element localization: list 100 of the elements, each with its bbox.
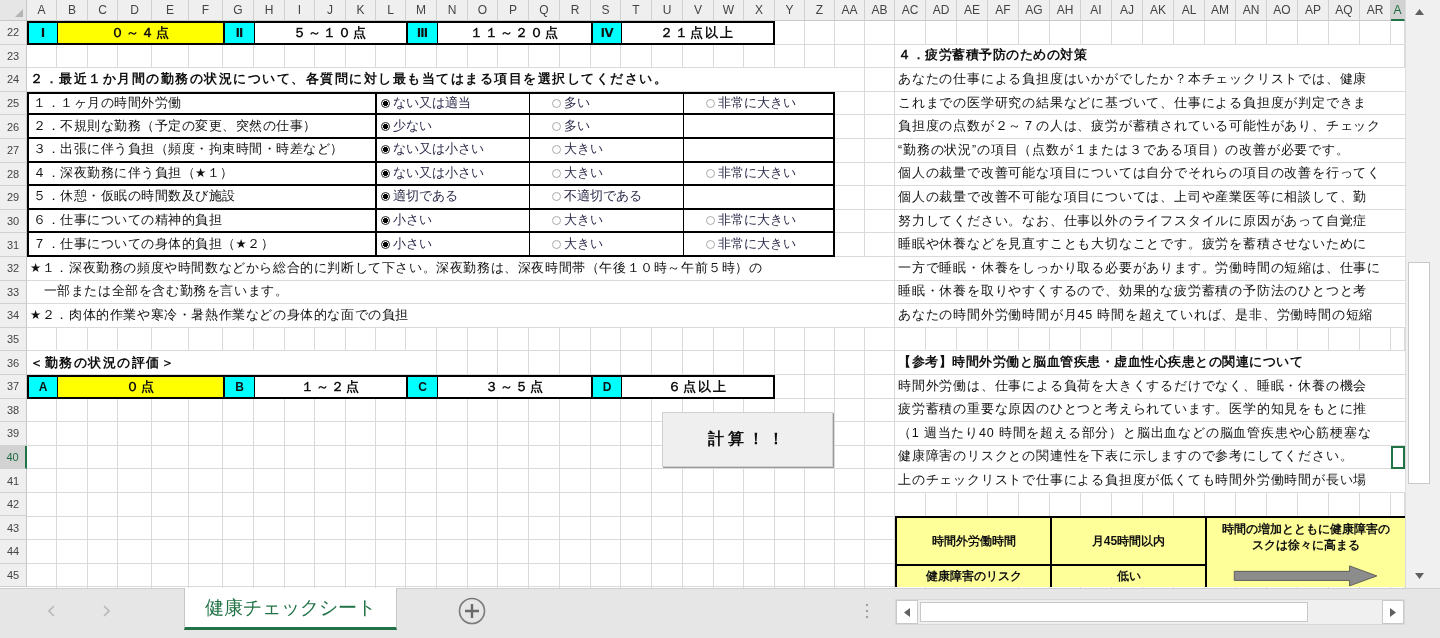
radio-option[interactable]: 少ない: [381, 117, 432, 135]
previous-sheet-icon[interactable]: [48, 605, 55, 617]
radio-option[interactable]: 小さい: [381, 235, 432, 253]
scroll-thumb[interactable]: [920, 602, 1308, 622]
column-header[interactable]: O: [468, 0, 498, 21]
scroll-left-button[interactable]: [896, 600, 918, 624]
row-header[interactable]: 41: [0, 469, 27, 493]
column-header[interactable]: AG: [1019, 0, 1050, 21]
radio-button[interactable]: [381, 239, 390, 249]
select-all-icon[interactable]: [15, 9, 23, 17]
column-header[interactable]: E: [152, 0, 189, 21]
row-header[interactable]: 44: [0, 540, 27, 564]
column-header[interactable]: A: [27, 0, 57, 21]
radio-button[interactable]: [706, 239, 715, 249]
radio-button[interactable]: [706, 168, 715, 178]
calculate-button[interactable]: 計算！！: [662, 412, 833, 468]
row-header[interactable]: 39: [0, 422, 27, 446]
column-header[interactable]: AD: [926, 0, 957, 21]
radio-button[interactable]: [381, 121, 390, 131]
row-header[interactable]: 38: [0, 398, 27, 423]
radio-option[interactable]: 不適切である: [552, 188, 642, 206]
radio-option[interactable]: 多い: [552, 95, 590, 113]
column-header[interactable]: J: [315, 0, 346, 21]
row-header[interactable]: 40: [0, 445, 27, 470]
row-header[interactable]: 29: [0, 186, 27, 210]
column-header[interactable]: AL: [1174, 0, 1205, 21]
radio-button[interactable]: [381, 216, 390, 226]
column-header[interactable]: M: [406, 0, 437, 21]
column-header[interactable]: L: [376, 0, 406, 21]
row-header[interactable]: 35: [0, 327, 27, 352]
row-header[interactable]: 33: [0, 280, 27, 305]
column-header[interactable]: T: [621, 0, 652, 21]
column-header[interactable]: V: [683, 0, 714, 21]
radio-button[interactable]: [552, 239, 561, 249]
column-header[interactable]: AM: [1205, 0, 1236, 21]
row-header[interactable]: 25: [0, 91, 27, 116]
radio-option[interactable]: ない又は小さい: [381, 164, 484, 182]
column-header[interactable]: R: [560, 0, 591, 21]
column-header[interactable]: S: [591, 0, 621, 21]
row-header[interactable]: 24: [0, 68, 27, 92]
column-header[interactable]: C: [88, 0, 118, 21]
column-header[interactable]: Y: [775, 0, 805, 21]
radio-option[interactable]: 非常に大きい: [706, 235, 796, 253]
radio-option[interactable]: 非常に大きい: [706, 95, 796, 113]
column-header[interactable]: F: [189, 0, 223, 21]
next-sheet-icon[interactable]: [103, 605, 110, 617]
column-header[interactable]: AC: [895, 0, 926, 21]
row-header[interactable]: 42: [0, 492, 27, 517]
column-header[interactable]: AA: [835, 0, 865, 21]
row-header[interactable]: 31: [0, 233, 27, 257]
radio-option[interactable]: 小さい: [381, 212, 432, 230]
more-icon[interactable]: [865, 603, 869, 619]
sheet-tab[interactable]: 健康チェックシート: [184, 588, 397, 630]
row-header[interactable]: 26: [0, 115, 27, 139]
radio-option[interactable]: ない又は小さい: [381, 141, 484, 159]
radio-option[interactable]: 非常に大きい: [706, 212, 796, 230]
row-header[interactable]: 45: [0, 563, 27, 588]
radio-button[interactable]: [552, 145, 561, 155]
radio-option[interactable]: 大きい: [552, 235, 603, 253]
column-header[interactable]: AE: [957, 0, 988, 21]
scroll-right-button[interactable]: [1382, 600, 1404, 624]
radio-button[interactable]: [552, 121, 561, 131]
add-sheet-icon[interactable]: [458, 597, 486, 625]
row-header[interactable]: 32: [0, 256, 27, 281]
column-header[interactable]: G: [223, 0, 254, 21]
radio-button[interactable]: [706, 99, 715, 109]
column-header[interactable]: K: [346, 0, 376, 21]
row-header[interactable]: 37: [0, 374, 27, 399]
column-header[interactable]: P: [498, 0, 529, 21]
row-header[interactable]: 34: [0, 304, 27, 328]
column-header[interactable]: AJ: [1112, 0, 1143, 21]
column-header[interactable]: AF: [988, 0, 1019, 21]
column-header[interactable]: AK: [1143, 0, 1174, 21]
radio-button[interactable]: [706, 216, 715, 226]
column-header[interactable]: A: [1391, 0, 1405, 21]
vertical-scrollbar[interactable]: [1405, 0, 1440, 588]
column-header[interactable]: N: [437, 0, 468, 21]
column-header[interactable]: AH: [1050, 0, 1081, 21]
row-header[interactable]: 28: [0, 162, 27, 187]
scroll-thumb[interactable]: [1408, 262, 1430, 484]
radio-option[interactable]: ない又は適当: [381, 95, 471, 113]
column-header[interactable]: I: [285, 0, 315, 21]
horizontal-scrollbar[interactable]: [895, 599, 1405, 625]
column-header[interactable]: AI: [1081, 0, 1112, 21]
column-header[interactable]: AR: [1360, 0, 1391, 21]
radio-button[interactable]: [381, 168, 390, 178]
row-header[interactable]: 27: [0, 138, 27, 163]
column-header[interactable]: B: [57, 0, 88, 21]
column-header[interactable]: H: [254, 0, 285, 21]
radio-option[interactable]: 大きい: [552, 212, 603, 230]
column-header[interactable]: X: [744, 0, 775, 21]
radio-button[interactable]: [381, 99, 390, 109]
radio-button[interactable]: [552, 168, 561, 178]
column-header[interactable]: AN: [1236, 0, 1267, 21]
row-header[interactable]: 30: [0, 209, 27, 234]
radio-button[interactable]: [381, 145, 390, 155]
column-header[interactable]: D: [118, 0, 152, 21]
radio-option[interactable]: 大きい: [552, 164, 603, 182]
column-header[interactable]: Z: [805, 0, 835, 21]
radio-option[interactable]: 適切である: [381, 188, 458, 206]
